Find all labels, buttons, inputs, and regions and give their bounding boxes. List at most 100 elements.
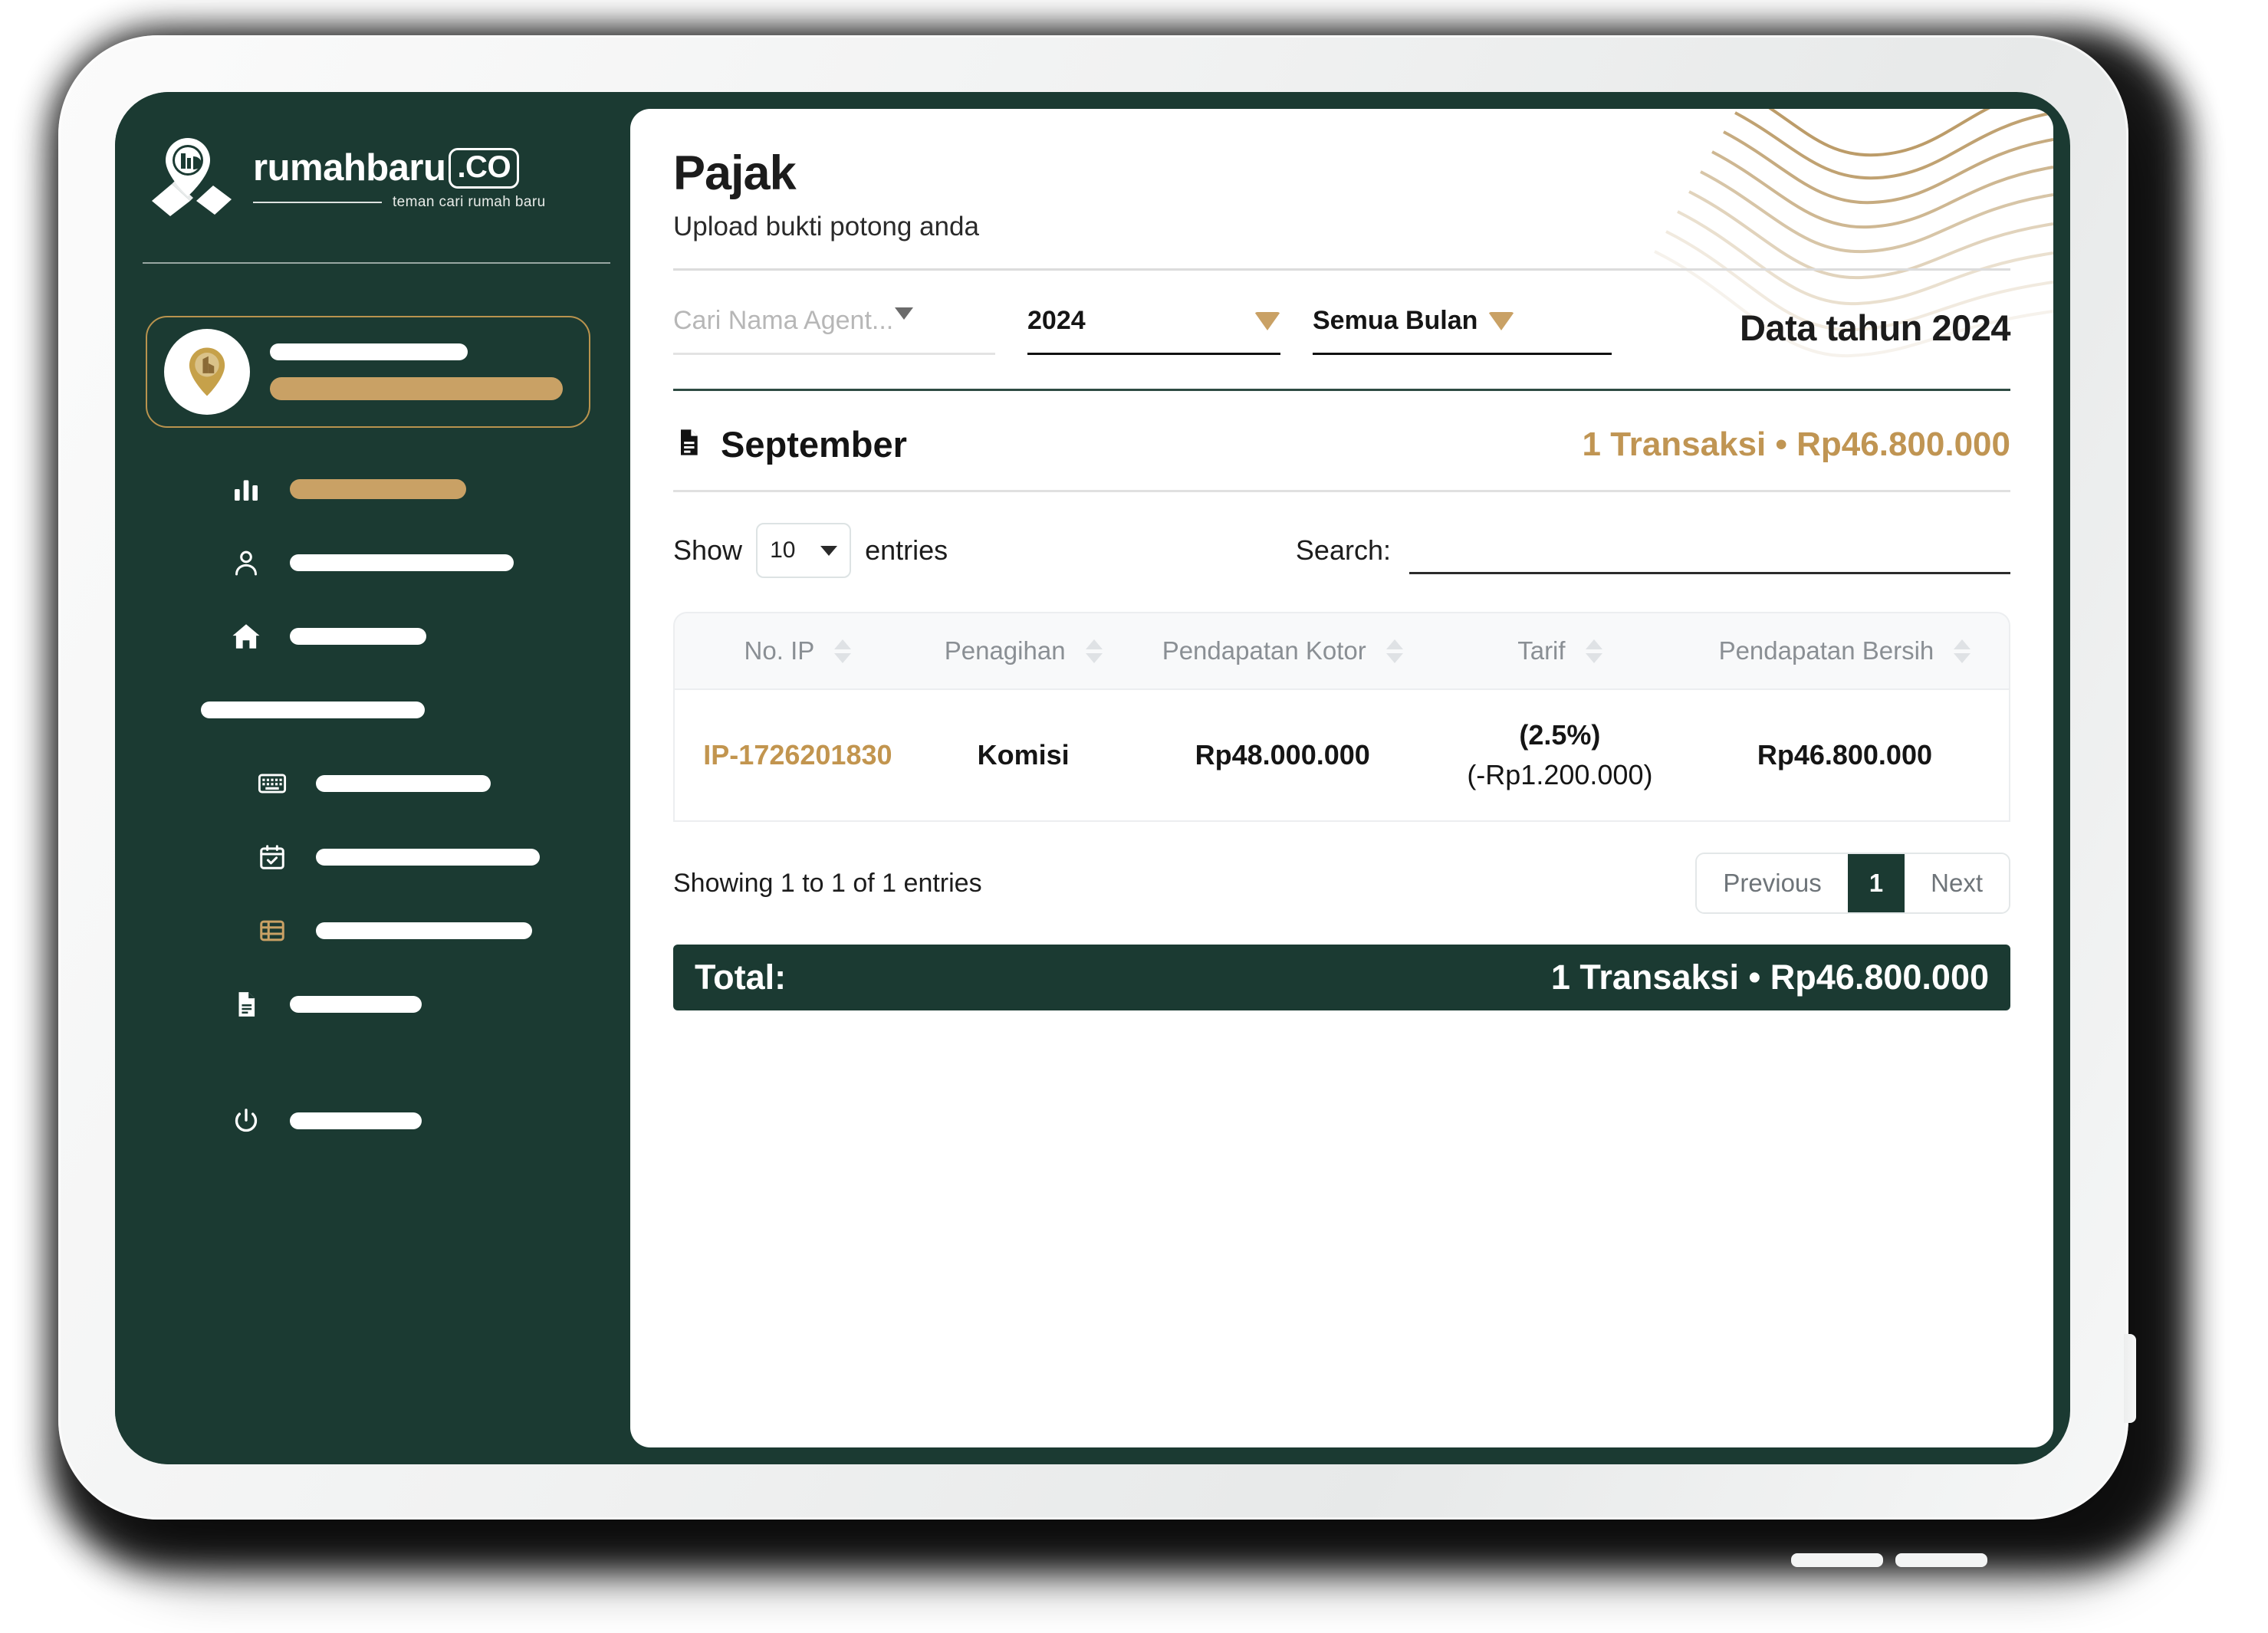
month-divider <box>673 490 2010 492</box>
sidebar-item-profile[interactable] <box>115 526 630 600</box>
logo-wordmark: rumahbaru .CO teman cari rumah baru <box>253 146 546 211</box>
search-input[interactable] <box>1409 527 2010 574</box>
sort-icon[interactable] <box>1954 639 1971 663</box>
column-header-label: No. IP <box>744 636 815 665</box>
cell-tarif: (2.5%) (-Rp1.200.000) <box>1438 690 1681 822</box>
month-summary: 1 Transaksi • Rp46.800.000 <box>1582 425 2010 463</box>
search-label: Search: <box>1295 534 1391 566</box>
sidebar-item-home[interactable] <box>115 600 630 673</box>
sidebar-profile-card[interactable] <box>146 316 590 428</box>
pagination-page-1[interactable]: 1 <box>1847 854 1905 912</box>
table-head: No. IP Penagihan Pendapatan Kotor Tarif … <box>673 612 2010 690</box>
sidebar-divider <box>143 262 610 264</box>
chevron-down-icon <box>820 545 838 556</box>
total-label: Total: <box>695 958 787 997</box>
year-value: 2024 <box>1027 306 1086 335</box>
month-value: Semua Bulan <box>1313 306 1478 335</box>
tablet-speaker-grille <box>1895 1553 1987 1567</box>
logo-tagline: teman cari rumah baru <box>393 194 546 210</box>
sidebar-item-label-redacted <box>316 922 532 939</box>
sidebar-item-label-redacted <box>316 849 540 866</box>
profile-role-redacted <box>270 377 563 400</box>
main-content-card: Pajak Upload bukti potong anda Cari Nama… <box>630 109 2053 1447</box>
sidebar-item-input[interactable] <box>115 747 630 820</box>
column-header-tarif[interactable]: Tarif <box>1438 612 1681 690</box>
screenshot-stage: rumahbaru .CO teman cari rumah baru Paja… <box>0 0 2268 1633</box>
entries-label: entries <box>865 534 948 566</box>
sidebar-item-dashboard[interactable] <box>115 452 630 526</box>
header-divider <box>673 268 2010 271</box>
profile-name-redacted <box>270 343 468 360</box>
month-filter[interactable]: Semua Bulan <box>1313 306 1612 355</box>
month-field-underline <box>1313 353 1612 355</box>
column-header-pendapatan-bersih[interactable]: Pendapatan Bersih <box>1680 612 2010 690</box>
sidebar-item-label-redacted <box>290 479 466 499</box>
year-field-underline <box>1027 353 1280 355</box>
sidebar-item-logout[interactable] <box>115 1084 630 1158</box>
tablet-side-button[interactable] <box>2124 1334 2136 1423</box>
chevron-down-icon <box>1254 311 1280 330</box>
logo-rule <box>253 202 382 203</box>
rumahbaru-pin-map-icon <box>146 136 236 221</box>
sidebar-item-label-redacted <box>290 1112 422 1129</box>
cell-no-ip[interactable]: IP-1726201830 <box>673 690 921 822</box>
transactions-table: No. IP Penagihan Pendapatan Kotor Tarif … <box>673 612 2010 822</box>
power-icon <box>228 1103 264 1138</box>
show-label: Show <box>673 534 743 566</box>
sidebar-item-label-redacted <box>290 996 422 1013</box>
logo-word-text: rumahbaru <box>253 147 446 189</box>
sort-icon[interactable] <box>834 639 852 663</box>
sort-icon[interactable] <box>1385 639 1403 663</box>
table-header-row: No. IP Penagihan Pendapatan Kotor Tarif … <box>673 612 2010 690</box>
table-list-icon <box>255 913 290 948</box>
agent-field-underline <box>673 353 995 355</box>
calendar-check-icon <box>255 840 290 875</box>
table-footer: Showing 1 to 1 of 1 entries Previous 1 N… <box>673 853 2010 914</box>
page-size-select[interactable]: 10 <box>756 523 852 578</box>
pagination-next[interactable]: Next <box>1905 854 2009 912</box>
tarif-amount: (-Rp1.200.000) <box>1467 759 1653 790</box>
document-icon <box>228 987 264 1022</box>
agent-filter[interactable]: Cari Nama Agent... <box>673 306 995 355</box>
sidebar-item-schedule[interactable] <box>115 820 630 894</box>
agent-search-placeholder: Cari Nama Agent... <box>673 306 894 335</box>
column-header-pendapatan-kotor[interactable]: Pendapatan Kotor <box>1126 612 1439 690</box>
logo-co-badge: .CO <box>449 147 520 189</box>
sidebar-section-heading <box>115 673 630 747</box>
year-filter[interactable]: 2024 <box>1027 306 1280 355</box>
column-header-label: Pendapatan Bersih <box>1718 636 1934 665</box>
sidebar-item-pajak[interactable] <box>115 894 630 968</box>
page-subtitle: Upload bukti potong anda <box>673 212 979 242</box>
month-summary-row: September 1 Transaksi • Rp46.800.000 <box>673 423 2010 465</box>
column-header-label: Tarif <box>1517 636 1566 665</box>
cell-pendapatan-kotor: Rp48.000.000 <box>1126 690 1439 822</box>
page-title: Pajak <box>673 146 797 200</box>
app-logo[interactable]: rumahbaru .CO teman cari rumah baru <box>146 136 546 221</box>
sidebar-nav <box>115 452 630 1158</box>
table-controls: Show 10 entries Search: <box>673 523 2010 578</box>
column-header-penagihan[interactable]: Penagihan <box>920 612 1126 690</box>
column-header-label: Pendapatan Kotor <box>1162 636 1366 665</box>
home-icon <box>228 619 264 654</box>
page-size-value: 10 <box>770 537 796 563</box>
sidebar-item-label-redacted <box>316 775 491 792</box>
pagination-previous[interactable]: Previous <box>1697 854 1848 912</box>
column-header-no-ip[interactable]: No. IP <box>673 612 921 690</box>
sidebar-item-documents[interactable] <box>115 968 630 1041</box>
filter-row: Cari Nama Agent... 2024 Semua Bulan Data… <box>673 306 2010 355</box>
total-value: 1 Transaksi • Rp46.800.000 <box>1550 958 1989 997</box>
filters-divider <box>673 389 2010 391</box>
chevron-down-icon <box>895 307 914 320</box>
keyboard-icon <box>255 766 290 801</box>
sidebar-item-label-redacted <box>290 554 514 571</box>
sort-icon[interactable] <box>1085 639 1103 663</box>
showing-entries-text: Showing 1 to 1 of 1 entries <box>673 868 982 898</box>
document-icon <box>673 426 704 463</box>
table-row[interactable]: IP-1726201830 Komisi Rp48.000.000 (2.5%)… <box>673 690 2010 822</box>
sort-icon[interactable] <box>1585 639 1602 663</box>
tablet-speaker-grille <box>1791 1553 1883 1567</box>
column-header-label: Penagihan <box>944 636 1066 665</box>
avatar <box>164 329 250 415</box>
sidebar-item-label-redacted <box>290 628 426 645</box>
user-icon <box>228 545 264 580</box>
